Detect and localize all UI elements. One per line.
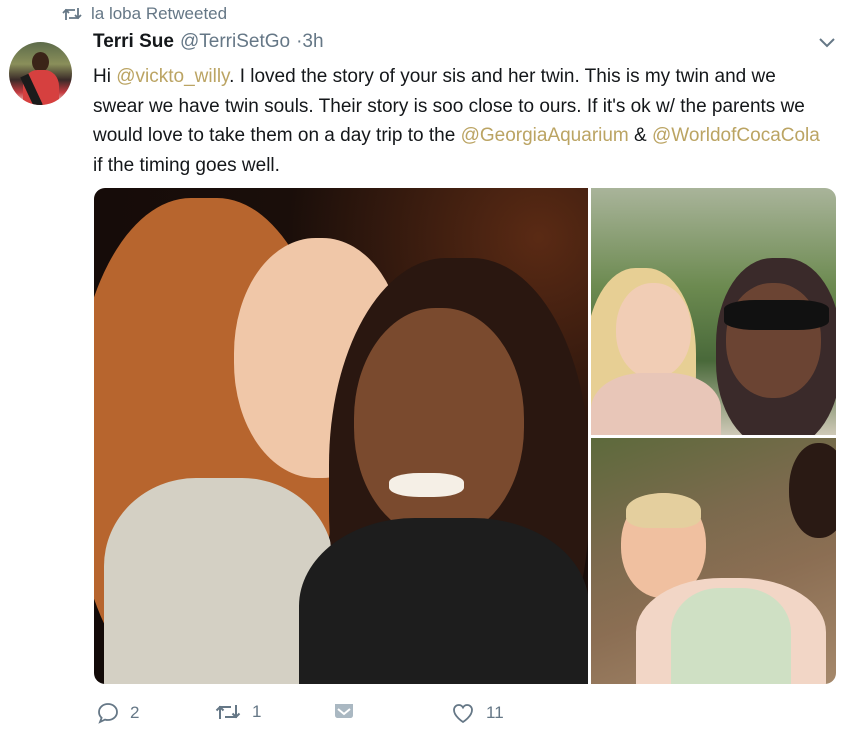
tweet-text-part: Hi — [93, 66, 117, 87]
like-count: 11 — [486, 703, 504, 722]
direct-message-icon — [333, 702, 355, 722]
photo-main[interactable] — [94, 188, 588, 684]
retweet-icon — [62, 6, 82, 22]
tweet-timestamp[interactable]: ·3h — [296, 31, 323, 53]
author-handle[interactable]: @TerriSetGo — [180, 31, 290, 53]
like-button[interactable]: 11 — [451, 702, 504, 724]
mention-link[interactable]: @GeorgiaAquarium — [461, 125, 629, 146]
media-grid — [94, 188, 836, 684]
direct-message-button[interactable] — [333, 702, 355, 722]
tweet-text-part: & — [628, 125, 652, 146]
tweet-actions: 2 1 11 — [97, 702, 837, 732]
retweet-context: la loba Retweeted — [62, 4, 227, 24]
reply-icon — [97, 702, 119, 724]
heart-icon — [451, 702, 475, 724]
tweet-text-part: if the timing goes well. — [93, 154, 280, 176]
reply-count: 2 — [130, 703, 140, 722]
retweet-context-label[interactable]: la loba Retweeted — [91, 4, 227, 24]
mention-link[interactable]: @vickto_willy — [116, 66, 229, 87]
author-name[interactable]: Terri Sue — [93, 31, 174, 53]
mention-link[interactable]: @WorldofCocaCola — [652, 125, 820, 146]
photo-bottom-right[interactable] — [591, 438, 836, 684]
reply-button[interactable]: 2 — [97, 702, 139, 724]
retweet-count: 1 — [252, 702, 262, 721]
retweet-button[interactable]: 1 — [215, 702, 261, 722]
avatar[interactable] — [9, 42, 72, 105]
tweet-header: Terri Sue @TerriSetGo ·3h — [93, 31, 324, 53]
chevron-down-icon[interactable] — [818, 36, 836, 54]
retweet-icon — [215, 702, 241, 722]
photo-top-right[interactable] — [591, 188, 836, 435]
tweet-text: Hi @vickto_willy. I loved the story of y… — [93, 62, 828, 180]
